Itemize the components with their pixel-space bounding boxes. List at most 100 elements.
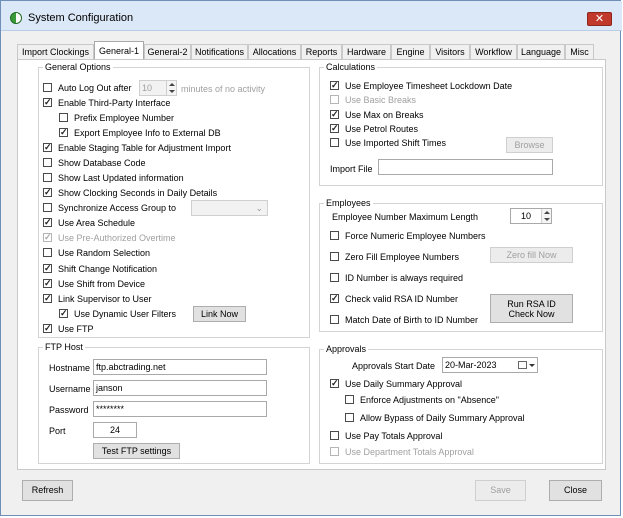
auto-logout-spinner[interactable]	[166, 81, 176, 95]
tab-workflow[interactable]: Workflow	[470, 44, 517, 59]
approvals-start-date-label: Approvals Start Date	[352, 361, 436, 371]
tab-hardware[interactable]: Hardware	[342, 44, 391, 59]
employee-max-length-input[interactable]: 10	[510, 208, 552, 224]
close-window-button[interactable]: ✕	[587, 12, 612, 26]
id-required-checkbox[interactable]	[330, 273, 339, 282]
allow-bypass-label: Allow Bypass of Daily Summary Approval	[360, 413, 525, 423]
spin-up-icon	[169, 83, 175, 86]
system-configuration-window: System Configuration ✕ Import Clockings …	[0, 0, 622, 516]
access-group-dropdown[interactable]: ⌄	[191, 200, 268, 216]
timesheet-lockdown-label: Use Employee Timesheet Lockdown Date	[345, 81, 513, 91]
import-file-label: Import File	[330, 164, 373, 174]
auto-logout-checkbox[interactable]	[43, 83, 52, 92]
check-rsa-id-checkbox[interactable]	[330, 292, 339, 304]
link-supervisor-label: Link Supervisor to User	[58, 294, 152, 304]
browse-button[interactable]: Browse	[506, 137, 553, 153]
zero-fill-now-button[interactable]: Zero fill Now	[490, 247, 573, 263]
refresh-button[interactable]: Refresh	[22, 480, 73, 501]
show-last-updated-checkbox[interactable]	[43, 173, 52, 182]
tab-language[interactable]: Language	[517, 44, 565, 59]
prefix-employee-number-checkbox[interactable]	[59, 113, 68, 122]
hostname-input[interactable]: ftp.abctrading.net	[93, 359, 267, 375]
tab-reports[interactable]: Reports	[301, 44, 342, 59]
close-button[interactable]: Close	[549, 480, 602, 501]
staging-table-checkbox[interactable]	[43, 141, 52, 153]
max-on-breaks-checkbox[interactable]	[330, 108, 339, 120]
tab-general-1[interactable]: General-1	[94, 41, 144, 59]
spin-down-icon	[169, 90, 175, 93]
tab-misc[interactable]: Misc	[565, 44, 594, 59]
approvals-start-date-picker[interactable]: 20-Mar-2023	[442, 357, 538, 373]
auto-logout-minutes-input[interactable]: 10	[139, 80, 177, 96]
import-file-input[interactable]	[378, 159, 553, 175]
chevron-down-icon: ⌄	[255, 203, 263, 213]
calendar-icon	[518, 361, 527, 369]
show-last-updated-label: Show Last Updated information	[58, 173, 184, 183]
password-input[interactable]: ********	[93, 401, 267, 417]
synchronize-access-group-label: Synchronize Access Group to	[58, 203, 177, 213]
spin-down-icon	[544, 218, 550, 221]
match-dob-checkbox[interactable]	[330, 315, 339, 324]
window-title: System Configuration	[28, 12, 134, 24]
pre-authorized-overtime-checkbox	[43, 231, 52, 243]
tab-import-clockings[interactable]: Import Clockings	[17, 44, 94, 59]
id-required-label: ID Number is always required	[345, 273, 464, 283]
tab-general-2[interactable]: General-2	[144, 44, 191, 59]
show-clocking-seconds-checkbox[interactable]	[43, 186, 52, 198]
basic-breaks-label: Use Basic Breaks	[345, 95, 417, 105]
tab-visitors[interactable]: Visitors	[430, 44, 470, 59]
use-ftp-checkbox[interactable]	[43, 322, 52, 334]
department-totals-checkbox	[330, 447, 339, 456]
shift-change-notification-checkbox[interactable]	[43, 262, 52, 274]
title-bar: System Configuration ✕	[1, 1, 622, 31]
max-length-spinner[interactable]	[541, 209, 551, 223]
chevron-down-icon	[529, 364, 535, 367]
export-employee-info-label: Export Employee Info to External DB	[74, 128, 221, 138]
pay-totals-label: Use Pay Totals Approval	[345, 431, 443, 441]
calculations-title: Calculations	[326, 62, 376, 72]
check-rsa-id-label: Check valid RSA ID Number	[345, 294, 459, 304]
timesheet-lockdown-checkbox[interactable]	[330, 79, 339, 91]
zero-fill-checkbox[interactable]	[330, 252, 339, 261]
show-database-code-checkbox[interactable]	[43, 158, 52, 167]
random-selection-checkbox[interactable]	[43, 248, 52, 257]
force-numeric-checkbox[interactable]	[330, 231, 339, 240]
petrol-routes-checkbox[interactable]	[330, 122, 339, 134]
username-input[interactable]: janson	[93, 380, 267, 396]
general-1-panel: General Options Auto Log Out after 10 mi…	[17, 59, 606, 470]
match-dob-label: Match Date of Birth to ID Number	[345, 315, 479, 325]
allow-bypass-checkbox[interactable]	[345, 413, 354, 422]
dynamic-user-filters-label: Use Dynamic User Filters	[74, 309, 177, 319]
shift-change-notification-label: Shift Change Notification	[58, 264, 158, 274]
tab-engine[interactable]: Engine	[391, 44, 430, 59]
export-employee-info-checkbox[interactable]	[59, 126, 68, 138]
link-now-button[interactable]: Link Now	[193, 306, 246, 322]
pay-totals-checkbox[interactable]	[330, 431, 339, 440]
spin-up-icon	[544, 211, 550, 214]
third-party-interface-checkbox[interactable]	[43, 96, 52, 108]
approvals-start-date-value: 20-Mar-2023	[445, 360, 497, 370]
save-button[interactable]: Save	[475, 480, 526, 501]
link-supervisor-checkbox[interactable]	[43, 292, 52, 304]
zero-fill-label: Zero Fill Employee Numbers	[345, 252, 460, 262]
tab-allocations[interactable]: Allocations	[248, 44, 301, 59]
tab-notifications[interactable]: Notifications	[191, 44, 248, 59]
run-rsa-id-check-button[interactable]: Run RSA ID Check Now	[490, 294, 573, 323]
synchronize-access-group-checkbox[interactable]	[43, 203, 52, 212]
max-on-breaks-label: Use Max on Breaks	[345, 110, 424, 120]
auto-logout-suffix: minutes of no activity	[181, 84, 266, 94]
dynamic-user-filters-checkbox[interactable]	[59, 307, 68, 319]
prefix-employee-number-label: Prefix Employee Number	[74, 113, 175, 123]
use-area-schedule-checkbox[interactable]	[43, 216, 52, 228]
general-options-title: General Options	[45, 62, 111, 72]
shift-from-device-checkbox[interactable]	[43, 277, 52, 289]
test-ftp-settings-button[interactable]: Test FTP settings	[93, 443, 180, 459]
username-label: Username	[49, 384, 91, 394]
daily-summary-label: Use Daily Summary Approval	[345, 379, 463, 389]
port-input[interactable]: 24	[93, 422, 137, 438]
enforce-adjustments-checkbox[interactable]	[345, 395, 354, 404]
employees-title: Employees	[326, 198, 371, 208]
imported-shift-times-checkbox[interactable]	[330, 138, 339, 147]
auto-logout-label: Auto Log Out after	[58, 83, 132, 93]
daily-summary-checkbox[interactable]	[330, 377, 339, 389]
